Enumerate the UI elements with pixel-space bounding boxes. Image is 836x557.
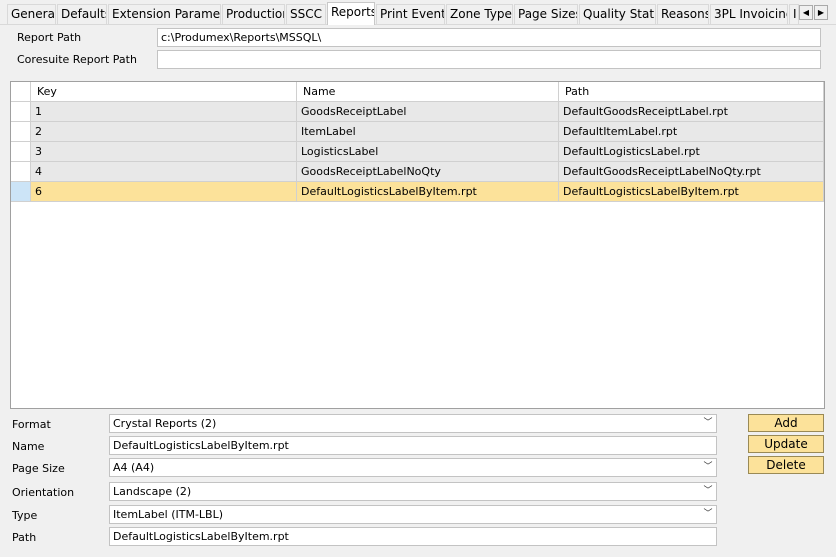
path-cell[interactable]: DefaultLogisticsLabelByItem.rpt (559, 182, 824, 202)
chevron-down-icon[interactable]: ﹀ (703, 459, 713, 476)
tab-quality-status[interactable]: Quality Statu (579, 4, 656, 24)
tab-reasons[interactable]: Reasons (657, 4, 709, 24)
row-selector[interactable] (11, 182, 31, 202)
coresuite-report-path-input[interactable] (157, 50, 821, 69)
tab-zone-types[interactable]: Zone Types (446, 4, 513, 24)
path-cell[interactable]: DefaultGoodsReceiptLabelNoQty.rpt (559, 162, 824, 182)
update-button[interactable]: Update (748, 435, 824, 453)
row-selector[interactable] (11, 102, 31, 122)
type-label: Type (12, 509, 38, 522)
delete-button[interactable]: Delete (748, 456, 824, 474)
name-cell[interactable]: ItemLabel (297, 122, 559, 142)
path-cell[interactable]: DefaultItemLabel.rpt (559, 122, 824, 142)
type-value: ItemLabel (ITM-LBL) (113, 508, 224, 521)
path-label: Path (12, 531, 37, 544)
format-value: Crystal Reports (2) (113, 417, 217, 430)
page-size-label: Page Size (12, 462, 65, 475)
reports-grid[interactable]: Key Name Path 1 GoodsReceiptLabel Defaul… (10, 81, 825, 409)
name-cell[interactable]: GoodsReceiptLabelNoQty (297, 162, 559, 182)
table-row[interactable]: 3 LogisticsLabel DefaultLogisticsLabel.r… (11, 142, 824, 162)
column-header-name[interactable]: Name (297, 82, 559, 102)
chevron-down-icon[interactable]: ﹀ (703, 483, 713, 500)
row-selector[interactable] (11, 142, 31, 162)
report-path-label: Report Path (17, 31, 82, 44)
orientation-value: Landscape (2) (113, 485, 192, 498)
name-label: Name (12, 440, 45, 453)
tab-scroll-left-icon[interactable]: ◀ (799, 5, 813, 20)
tab-production[interactable]: Production (222, 4, 285, 24)
name-input[interactable]: DefaultLogisticsLabelByItem.rpt (109, 436, 717, 455)
coresuite-report-path-label: Coresuite Report Path (17, 53, 137, 66)
table-row-selected[interactable]: 6 DefaultLogisticsLabelByItem.rpt Defaul… (11, 182, 824, 202)
name-cell[interactable]: DefaultLogisticsLabelByItem.rpt (297, 182, 559, 202)
key-cell[interactable]: 3 (31, 142, 297, 162)
header-row-selector (11, 82, 31, 102)
tab-sscc[interactable]: SSCC (286, 4, 326, 24)
chevron-down-icon[interactable]: ﹀ (703, 415, 713, 432)
path-cell[interactable]: DefaultGoodsReceiptLabel.rpt (559, 102, 824, 122)
format-label: Format (12, 418, 51, 431)
key-cell[interactable]: 4 (31, 162, 297, 182)
tab-print-events[interactable]: Print Events (376, 4, 445, 24)
tab-overflow[interactable]: I (789, 4, 799, 24)
row-selector[interactable] (11, 162, 31, 182)
orientation-label: Orientation (12, 486, 75, 499)
type-select[interactable]: ItemLabel (ITM-LBL) ﹀ (109, 505, 717, 524)
name-cell[interactable]: LogisticsLabel (297, 142, 559, 162)
name-cell[interactable]: GoodsReceiptLabel (297, 102, 559, 122)
tab-3pl-invoicing[interactable]: 3PL Invoicing (710, 4, 788, 24)
table-row[interactable]: 1 GoodsReceiptLabel DefaultGoodsReceiptL… (11, 102, 824, 122)
page-size-value: A4 (A4) (113, 461, 155, 474)
tab-page-sizes[interactable]: Page Sizes (514, 4, 578, 24)
chevron-down-icon[interactable]: ﹀ (703, 506, 713, 523)
grid-header: Key Name Path (11, 82, 824, 102)
column-header-path[interactable]: Path (559, 82, 824, 102)
path-input[interactable]: DefaultLogisticsLabelByItem.rpt (109, 527, 717, 546)
tab-strip: General Defaults Extension Parameter Pro… (0, 0, 836, 26)
table-row[interactable]: 4 GoodsReceiptLabelNoQty DefaultGoodsRec… (11, 162, 824, 182)
tab-scroll-right-icon[interactable]: ▶ (814, 5, 828, 20)
add-button[interactable]: Add (748, 414, 824, 432)
column-header-key[interactable]: Key (31, 82, 297, 102)
tab-extension-parameter[interactable]: Extension Parameter (108, 4, 221, 24)
path-cell[interactable]: DefaultLogisticsLabel.rpt (559, 142, 824, 162)
tab-general[interactable]: General (7, 4, 56, 24)
tab-reports[interactable]: Reports (327, 2, 375, 25)
format-select[interactable]: Crystal Reports (2) ﹀ (109, 414, 717, 433)
page-size-select[interactable]: A4 (A4) ﹀ (109, 458, 717, 477)
row-selector[interactable] (11, 122, 31, 142)
report-path-input[interactable]: c:\Produmex\Reports\MSSQL\ (157, 28, 821, 47)
key-cell[interactable]: 2 (31, 122, 297, 142)
tab-defaults[interactable]: Defaults (57, 4, 107, 24)
key-cell[interactable]: 1 (31, 102, 297, 122)
key-cell[interactable]: 6 (31, 182, 297, 202)
table-row[interactable]: 2 ItemLabel DefaultItemLabel.rpt (11, 122, 824, 142)
orientation-select[interactable]: Landscape (2) ﹀ (109, 482, 717, 501)
